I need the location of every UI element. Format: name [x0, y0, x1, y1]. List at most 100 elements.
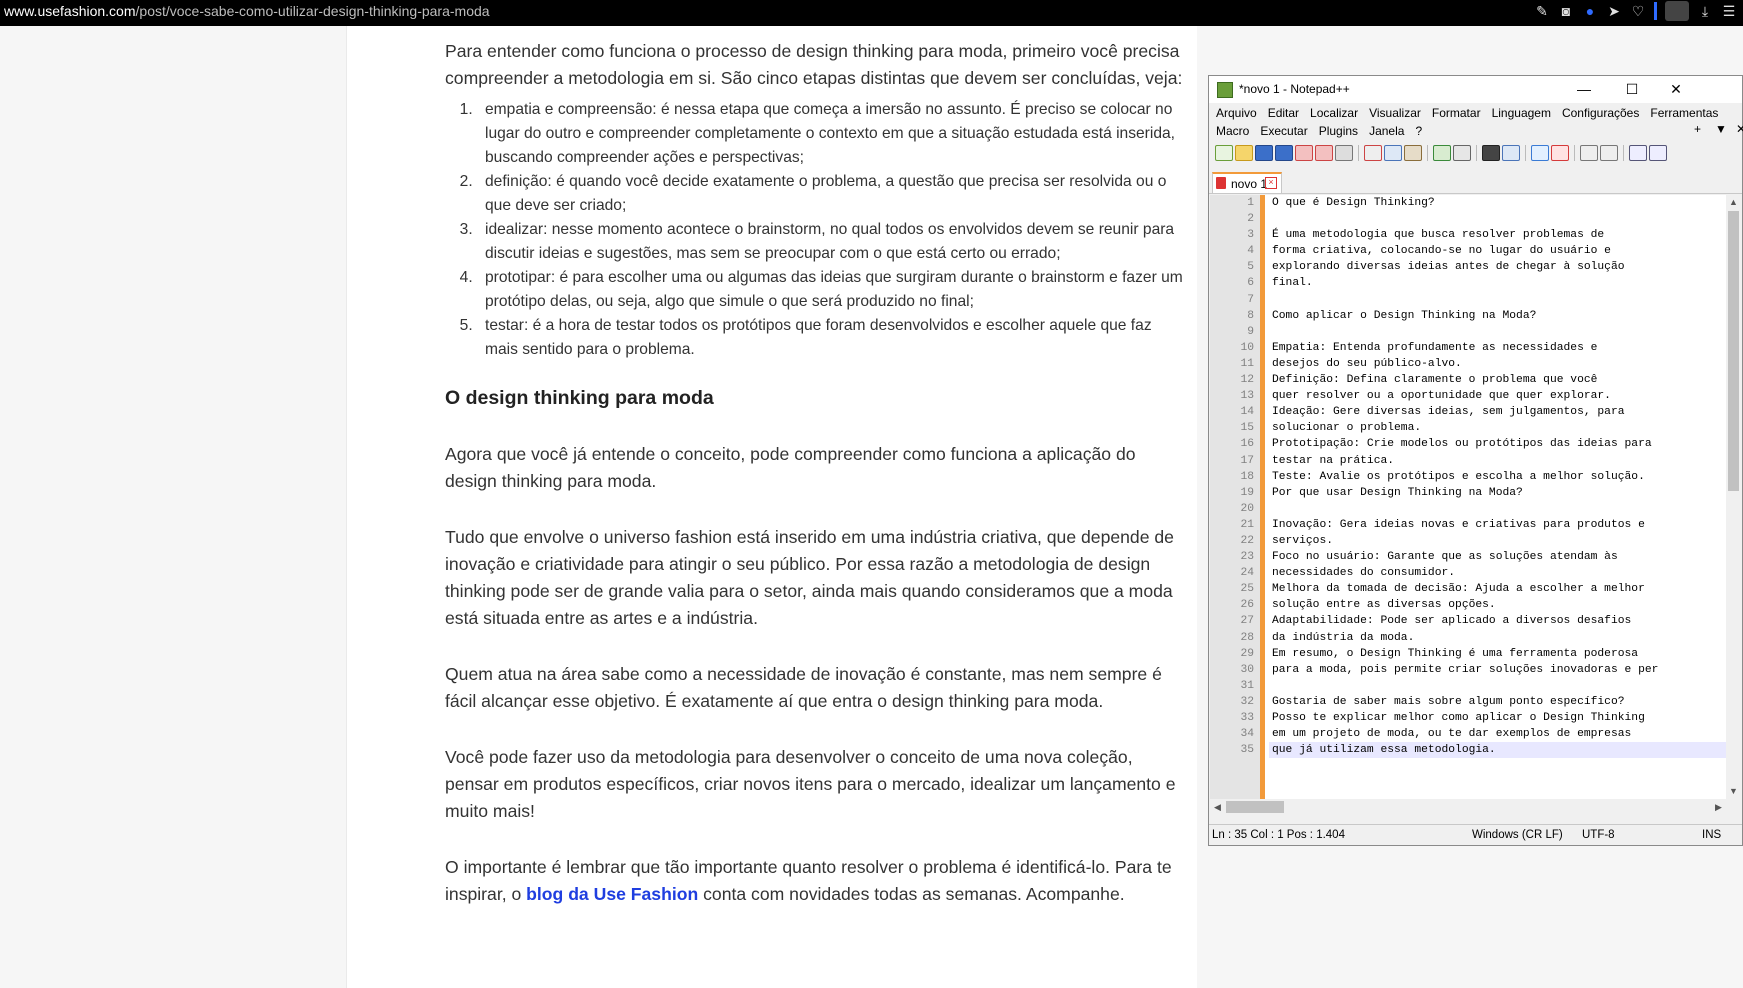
code-line[interactable]: Teste: Avalie os protótipos e escolha a …: [1272, 469, 1732, 485]
code-line[interactable]: para a moda, pois permite criar soluções…: [1272, 662, 1732, 678]
blog-link[interactable]: blog da Use Fashion: [526, 884, 698, 904]
minimize-button[interactable]: —: [1564, 78, 1604, 100]
code-line[interactable]: Foco no usuário: Garante que as soluções…: [1272, 549, 1732, 565]
open-file-icon[interactable]: [1235, 145, 1253, 161]
menu-janela[interactable]: Janela: [1369, 122, 1404, 140]
undo-icon[interactable]: [1433, 145, 1451, 161]
word-wrap-icon[interactable]: [1629, 145, 1647, 161]
code-line[interactable]: Prototipação: Crie modelos ou protótipos…: [1272, 436, 1732, 452]
url-text[interactable]: www.usefashion.com/post/voce-sabe-como-u…: [4, 0, 490, 22]
menu-localizar[interactable]: Localizar: [1310, 104, 1358, 122]
heart-icon[interactable]: ♡: [1630, 3, 1646, 19]
code-line[interactable]: É uma metodologia que busca resolver pro…: [1272, 227, 1732, 243]
horizontal-scrollbar[interactable]: ◀ ▶: [1210, 799, 1726, 815]
menu-linguagem[interactable]: Linguagem: [1492, 104, 1551, 122]
menu-executar[interactable]: Executar: [1260, 122, 1307, 140]
menu-ferramentas[interactable]: Ferramentas: [1650, 104, 1718, 122]
scroll-left-icon[interactable]: ◀: [1210, 799, 1225, 815]
zoom-out-icon[interactable]: [1551, 145, 1569, 161]
cut-icon[interactable]: [1364, 145, 1382, 161]
tab-novo-1[interactable]: novo 1 ×: [1212, 172, 1282, 193]
code-line[interactable]: Por que usar Design Thinking na Moda?: [1272, 485, 1732, 501]
new-tab-button[interactable]: +: [1694, 122, 1701, 136]
code-line[interactable]: Gostaria de saber mais sobre algum ponto…: [1272, 694, 1732, 710]
close-window-button[interactable]: ✕: [1656, 78, 1696, 100]
code-line[interactable]: solução entre as diversas opções.: [1272, 597, 1732, 613]
edit-icon[interactable]: ✎: [1534, 3, 1550, 19]
code-line[interactable]: final.: [1272, 275, 1732, 291]
save-all-icon[interactable]: [1275, 145, 1293, 161]
menu-editar[interactable]: Editar: [1268, 104, 1299, 122]
print-icon[interactable]: [1335, 145, 1353, 161]
menu-plugins[interactable]: Plugins: [1319, 122, 1358, 140]
menu-configuracoes[interactable]: Configurações: [1562, 104, 1639, 122]
code-line[interactable]: Empatia: Entenda profundamente as necess…: [1272, 340, 1732, 356]
find-icon[interactable]: [1482, 145, 1500, 161]
menu-macro[interactable]: Macro: [1216, 122, 1249, 140]
code-line[interactable]: serviços.: [1272, 533, 1732, 549]
tab-list-button[interactable]: ▼: [1715, 122, 1727, 136]
code-line[interactable]: explorando diversas ideias antes de cheg…: [1272, 259, 1732, 275]
notepad-window[interactable]: *novo 1 - Notepad++ — ☐ ✕ Arquivo Editar L…: [1208, 75, 1743, 846]
line-ending[interactable]: Windows (CR LF): [1472, 825, 1563, 845]
browser-url-bar[interactable]: www.usefashion.com/post/voce-sabe-como-u…: [0, 0, 1743, 26]
paste-icon[interactable]: [1404, 145, 1422, 161]
code-line[interactable]: Posso te explicar melhor como aplicar o …: [1272, 710, 1732, 726]
code-line[interactable]: [1272, 292, 1732, 308]
scroll-down-icon[interactable]: ▼: [1726, 784, 1741, 799]
new-file-icon[interactable]: [1215, 145, 1233, 161]
menu-visualizar[interactable]: Visualizar: [1369, 104, 1421, 122]
code-line[interactable]: Definição: Defina claramente o problema …: [1272, 372, 1732, 388]
menu-formatar[interactable]: Formatar: [1432, 104, 1481, 122]
code-line[interactable]: Ideação: Gere diversas ideias, sem julga…: [1272, 404, 1732, 420]
sync-v-icon[interactable]: [1580, 145, 1598, 161]
menu-icon[interactable]: ☰: [1721, 3, 1737, 19]
replace-icon[interactable]: [1502, 145, 1520, 161]
download-icon[interactable]: ⤓: [1697, 3, 1713, 19]
send-icon[interactable]: ➤: [1606, 3, 1622, 19]
code-line[interactable]: forma criativa, colocando-se no lugar do…: [1272, 243, 1732, 259]
code-line[interactable]: Como aplicar o Design Thinking na Moda?: [1272, 308, 1732, 324]
text-editor[interactable]: 1 2 3 4 5 6 7 8 9 10 11 12 13 14 15 16 17 18 19 20 21 22 23 24 2…: [1210, 195, 1741, 799]
sync-h-icon[interactable]: [1600, 145, 1618, 161]
code-line[interactable]: solucionar o problema.: [1272, 420, 1732, 436]
code-line[interactable]: Adaptabilidade: Pode ser aplicado a dive…: [1272, 613, 1732, 629]
avatar[interactable]: [1665, 1, 1689, 21]
insert-mode[interactable]: INS: [1702, 825, 1721, 845]
close-all-icon[interactable]: [1315, 145, 1333, 161]
scroll-up-icon[interactable]: ▲: [1726, 195, 1741, 210]
camera-icon[interactable]: ◙: [1558, 3, 1574, 19]
window-titlebar[interactable]: *novo 1 - Notepad++ — ☐ ✕: [1209, 76, 1742, 103]
code-line[interactable]: Inovação: Gera ideias novas e criativas …: [1272, 517, 1732, 533]
close-icon[interactable]: ×: [1265, 177, 1277, 189]
save-icon[interactable]: [1255, 145, 1273, 161]
vertical-scrollbar[interactable]: ▲ ▼: [1726, 195, 1741, 799]
code-line[interactable]: necessidades do consumidor.: [1272, 565, 1732, 581]
scroll-right-icon[interactable]: ▶: [1711, 799, 1726, 815]
scrollbar-thumb[interactable]: [1226, 801, 1284, 813]
code-line[interactable]: [1272, 678, 1732, 694]
close-tab-menu-button[interactable]: ✕: [1736, 122, 1743, 136]
code-line[interactable]: Em resumo, o Design Thinking é uma ferra…: [1272, 646, 1732, 662]
scrollbar-thumb[interactable]: [1728, 211, 1739, 491]
code-line[interactable]: em um projeto de moda, ou te dar exemplo…: [1272, 726, 1732, 742]
copy-icon[interactable]: [1384, 145, 1402, 161]
show-all-chars-icon[interactable]: [1649, 145, 1667, 161]
menu-arquivo[interactable]: Arquivo: [1216, 104, 1257, 122]
redo-icon[interactable]: [1453, 145, 1471, 161]
editor-text[interactable]: O que é Design Thinking? É uma metodologi…: [1272, 195, 1732, 758]
code-line[interactable]: da indústria da moda.: [1272, 630, 1732, 646]
code-line[interactable]: [1272, 501, 1732, 517]
code-line[interactable]: desejos do seu público-alvo.: [1272, 356, 1732, 372]
code-line[interactable]: Melhora da tomada de decisão: Ajuda a es…: [1272, 581, 1732, 597]
code-line[interactable]: testar na prática.: [1272, 453, 1732, 469]
code-line[interactable]: que já utilizam essa metodologia.: [1272, 742, 1732, 758]
maximize-button[interactable]: ☐: [1612, 78, 1652, 100]
code-line[interactable]: quer resolver ou a oportunidade que quer…: [1272, 388, 1732, 404]
code-line[interactable]: [1272, 211, 1732, 227]
zoom-in-icon[interactable]: [1531, 145, 1549, 161]
menu-help[interactable]: ?: [1415, 122, 1422, 140]
shield-check-icon[interactable]: ●: [1582, 3, 1598, 19]
close-icon[interactable]: [1295, 145, 1313, 161]
code-line[interactable]: O que é Design Thinking?: [1272, 195, 1732, 211]
